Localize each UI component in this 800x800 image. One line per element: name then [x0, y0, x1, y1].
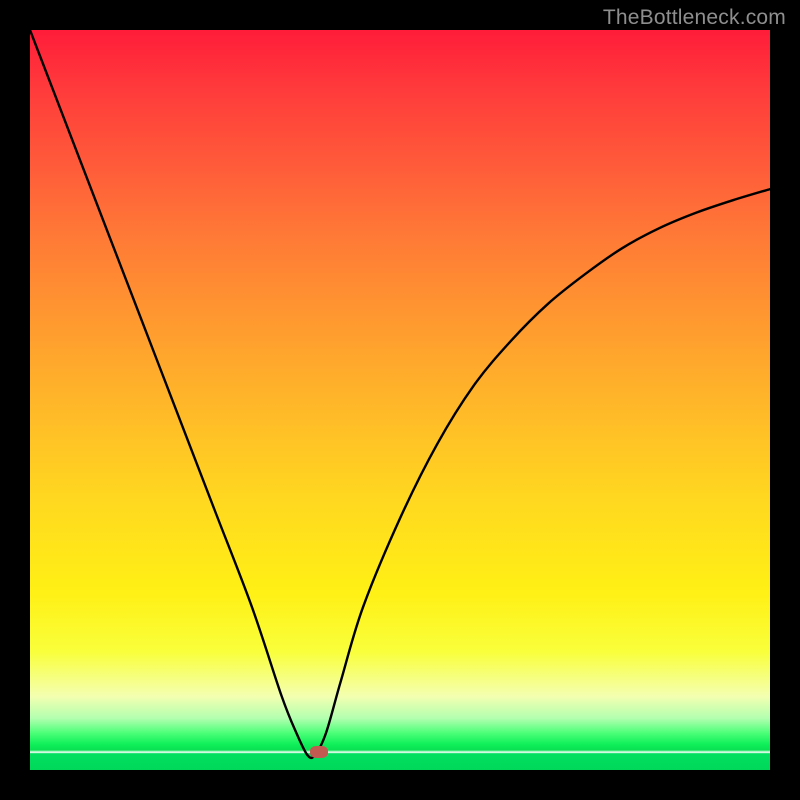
minimum-marker [310, 746, 328, 758]
plot-area [30, 30, 770, 770]
watermark-text: TheBottleneck.com [603, 6, 786, 30]
chart-frame: TheBottleneck.com [0, 0, 800, 800]
bottleneck-curve [30, 30, 770, 770]
